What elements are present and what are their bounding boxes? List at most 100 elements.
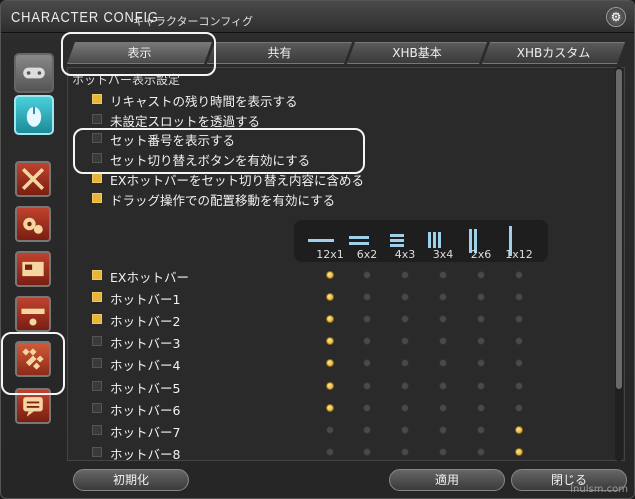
crossed-swords-icon[interactable]	[15, 161, 51, 197]
hotbar-checkbox[interactable]	[92, 292, 102, 303]
layout-radio[interactable]	[515, 425, 523, 434]
layout-label: 6x2	[356, 248, 378, 261]
gamepad-mode-icon[interactable]	[14, 53, 54, 93]
config-window: CHARACTER CONFIG キャラクターコンフィグ ⚙ 表示 共有 XHB…	[0, 0, 635, 499]
settings-panel: ホットバー表示設定 リキャストの残り時間を表示する 未設定スロットを透過する セット…	[67, 67, 625, 461]
layout-radio[interactable]	[401, 337, 409, 346]
layout-radio[interactable]	[477, 337, 485, 346]
layout-radio[interactable]	[401, 315, 409, 324]
layout-radio[interactable]	[477, 403, 485, 412]
layout-radio[interactable]	[363, 293, 371, 302]
apply-button[interactable]: 適用	[389, 469, 505, 491]
id-card-icon[interactable]	[15, 251, 51, 287]
sidebar-highlight	[1, 332, 65, 395]
hotbar-label: ホットバー6	[110, 402, 181, 418]
hotbar-checkbox[interactable]	[92, 270, 102, 280]
layout-radio[interactable]	[515, 337, 523, 346]
layout-radio[interactable]	[439, 381, 447, 390]
layout-radio[interactable]	[363, 315, 371, 324]
hotbar-label: ホットバー8	[110, 446, 181, 461]
layout-label: 4x3	[394, 248, 416, 261]
layout-radio[interactable]	[326, 271, 334, 279]
watermark: lnulsm.com	[570, 484, 628, 495]
layout-radio[interactable]	[401, 403, 409, 412]
hotbar-icon[interactable]	[15, 296, 51, 332]
sidebar	[9, 43, 61, 488]
option-checkbox[interactable]	[92, 192, 102, 203]
layout-radio[interactable]	[326, 425, 334, 434]
layout-radio[interactable]	[401, 381, 409, 390]
mouse-mode-icon[interactable]	[14, 95, 54, 135]
layout-radio[interactable]	[363, 337, 371, 346]
hotbar-label: ホットバー2	[110, 314, 181, 330]
hotbar-checkbox[interactable]	[92, 358, 102, 369]
tab-shared[interactable]: 共有	[207, 42, 352, 64]
layout-radio[interactable]	[401, 271, 409, 279]
layout-radio[interactable]	[439, 403, 447, 412]
layout-radio[interactable]	[439, 315, 447, 324]
hotbar-checkbox[interactable]	[92, 380, 102, 391]
layout-radio[interactable]	[477, 359, 485, 368]
layout-radio[interactable]	[477, 293, 485, 302]
title-bar[interactable]: CHARACTER CONFIG キャラクターコンフィグ ⚙	[1, 1, 634, 33]
hotbar-label: ホットバー7	[110, 424, 181, 440]
layout-radio[interactable]	[515, 315, 523, 324]
layout-radio[interactable]	[515, 403, 523, 412]
layout-radio[interactable]	[326, 447, 334, 456]
layout-radio[interactable]	[515, 271, 523, 279]
layout-radio[interactable]	[363, 359, 371, 368]
option-checkbox[interactable]	[92, 113, 102, 124]
layout-radio[interactable]	[515, 359, 523, 368]
hotbar-label: EXホットバー	[110, 270, 189, 285]
option-checkbox[interactable]	[92, 172, 102, 183]
layout-radio[interactable]	[401, 293, 409, 302]
hotbar-label: ホットバー4	[110, 358, 181, 374]
layout-radio[interactable]	[326, 337, 334, 346]
layout-radio[interactable]	[326, 315, 334, 324]
layout-radio[interactable]	[326, 359, 334, 368]
layout-radio[interactable]	[439, 271, 447, 279]
layout-radio[interactable]	[363, 271, 371, 279]
layout-label: 12x1	[316, 248, 344, 261]
layout-radio[interactable]	[515, 447, 523, 456]
layout-radio[interactable]	[515, 381, 523, 390]
layout-radio[interactable]	[401, 359, 409, 368]
layout-radio[interactable]	[363, 381, 371, 390]
scrollbar[interactable]	[615, 67, 623, 461]
layout-radio[interactable]	[363, 447, 371, 456]
tab-highlight	[61, 32, 216, 76]
layout-radio[interactable]	[363, 403, 371, 412]
layout-radio[interactable]	[326, 381, 334, 390]
layout-radio[interactable]	[363, 425, 371, 434]
layout-radio[interactable]	[439, 447, 447, 456]
layout-radio[interactable]	[477, 271, 485, 279]
layout-radio[interactable]	[477, 315, 485, 324]
reset-button[interactable]: 初期化	[73, 469, 189, 491]
layout-radio[interactable]	[477, 425, 485, 434]
hotbar-checkbox[interactable]	[92, 402, 102, 413]
layout-radio[interactable]	[326, 293, 334, 302]
layout-radio[interactable]	[477, 381, 485, 390]
hotbar-checkbox[interactable]	[92, 314, 102, 325]
scroll-thumb[interactable]	[616, 69, 622, 389]
layout-radio[interactable]	[439, 359, 447, 368]
tab-xhb-basic[interactable]: XHB基本	[347, 42, 487, 64]
layout-radio[interactable]	[439, 337, 447, 346]
layout-radio[interactable]	[439, 293, 447, 302]
layout-radio[interactable]	[515, 293, 523, 302]
option-label: 未設定スロットを透過する	[110, 113, 261, 129]
tab-xhb-custom[interactable]: XHBカスタム	[482, 42, 625, 64]
layout-radio[interactable]	[401, 425, 409, 434]
layout-radio[interactable]	[326, 403, 334, 412]
option-label: リキャストの残り時間を表示する	[110, 94, 298, 109]
gears-icon[interactable]	[15, 206, 51, 242]
option-checkbox[interactable]	[92, 94, 102, 104]
hotbar-checkbox[interactable]	[92, 336, 102, 347]
layout-radio[interactable]	[401, 447, 409, 456]
hotbar-checkbox[interactable]	[92, 424, 102, 435]
layout-radio[interactable]	[477, 447, 485, 456]
layout-radio[interactable]	[439, 425, 447, 434]
close-icon[interactable]: ⚙	[606, 7, 626, 27]
hotbar-label: ホットバー1	[110, 292, 181, 308]
hotbar-checkbox[interactable]	[92, 446, 102, 457]
